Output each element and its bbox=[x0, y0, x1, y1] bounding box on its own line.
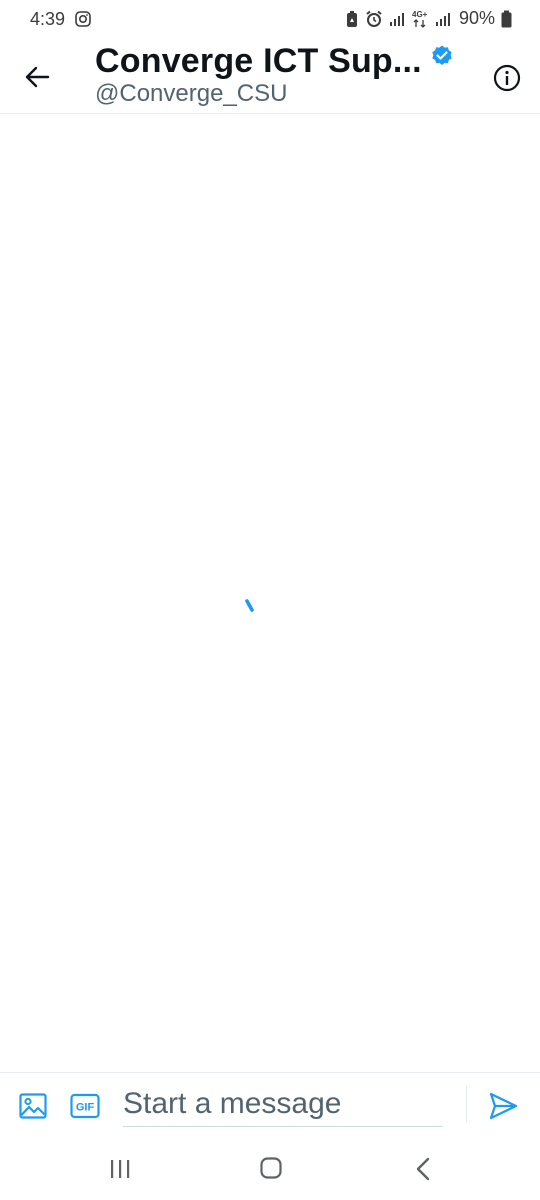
verified-badge-icon bbox=[432, 45, 452, 65]
battery-saver-icon bbox=[346, 10, 357, 27]
signal-icon-2 bbox=[435, 12, 450, 26]
message-input[interactable] bbox=[123, 1081, 443, 1127]
conversation-title-block[interactable]: Converge ICT Sup... @Converge_CSU bbox=[95, 40, 475, 108]
battery-percentage: 90% bbox=[458, 8, 495, 28]
status-bar: 4:39 4G+ 90% bbox=[0, 0, 540, 40]
gif-icon[interactable]: GIF bbox=[70, 1091, 100, 1121]
alarm-icon bbox=[366, 10, 382, 27]
nav-back-icon[interactable] bbox=[414, 1157, 432, 1181]
arrow-left-icon bbox=[25, 66, 50, 88]
image-icon[interactable] bbox=[18, 1091, 48, 1121]
conversation-title: Converge ICT Sup... bbox=[95, 42, 422, 80]
message-composer: GIF bbox=[0, 1072, 540, 1138]
status-time: 4:39 bbox=[30, 9, 66, 29]
composer-divider bbox=[466, 1085, 467, 1123]
network-4g-icon: 4G+ bbox=[412, 10, 428, 28]
home-icon[interactable] bbox=[259, 1156, 283, 1180]
info-icon[interactable] bbox=[492, 63, 522, 93]
status-icons: 4G+ 90% bbox=[345, 8, 512, 29]
conversation-handle: @Converge_CSU bbox=[95, 80, 288, 107]
instagram-notification-icon bbox=[75, 11, 91, 27]
battery-icon bbox=[501, 10, 512, 27]
conversation-header: Converge ICT Sup... @Converge_CSU bbox=[0, 40, 540, 114]
svg-text:4G+: 4G+ bbox=[412, 10, 428, 19]
recent-apps-icon[interactable] bbox=[108, 1158, 132, 1180]
send-icon[interactable] bbox=[487, 1090, 519, 1122]
signal-icon bbox=[389, 12, 404, 26]
svg-text:GIF: GIF bbox=[76, 1102, 95, 1114]
loading-spinner-icon bbox=[245, 599, 254, 612]
system-navigation-bar bbox=[0, 1140, 540, 1200]
back-button[interactable] bbox=[22, 62, 52, 92]
